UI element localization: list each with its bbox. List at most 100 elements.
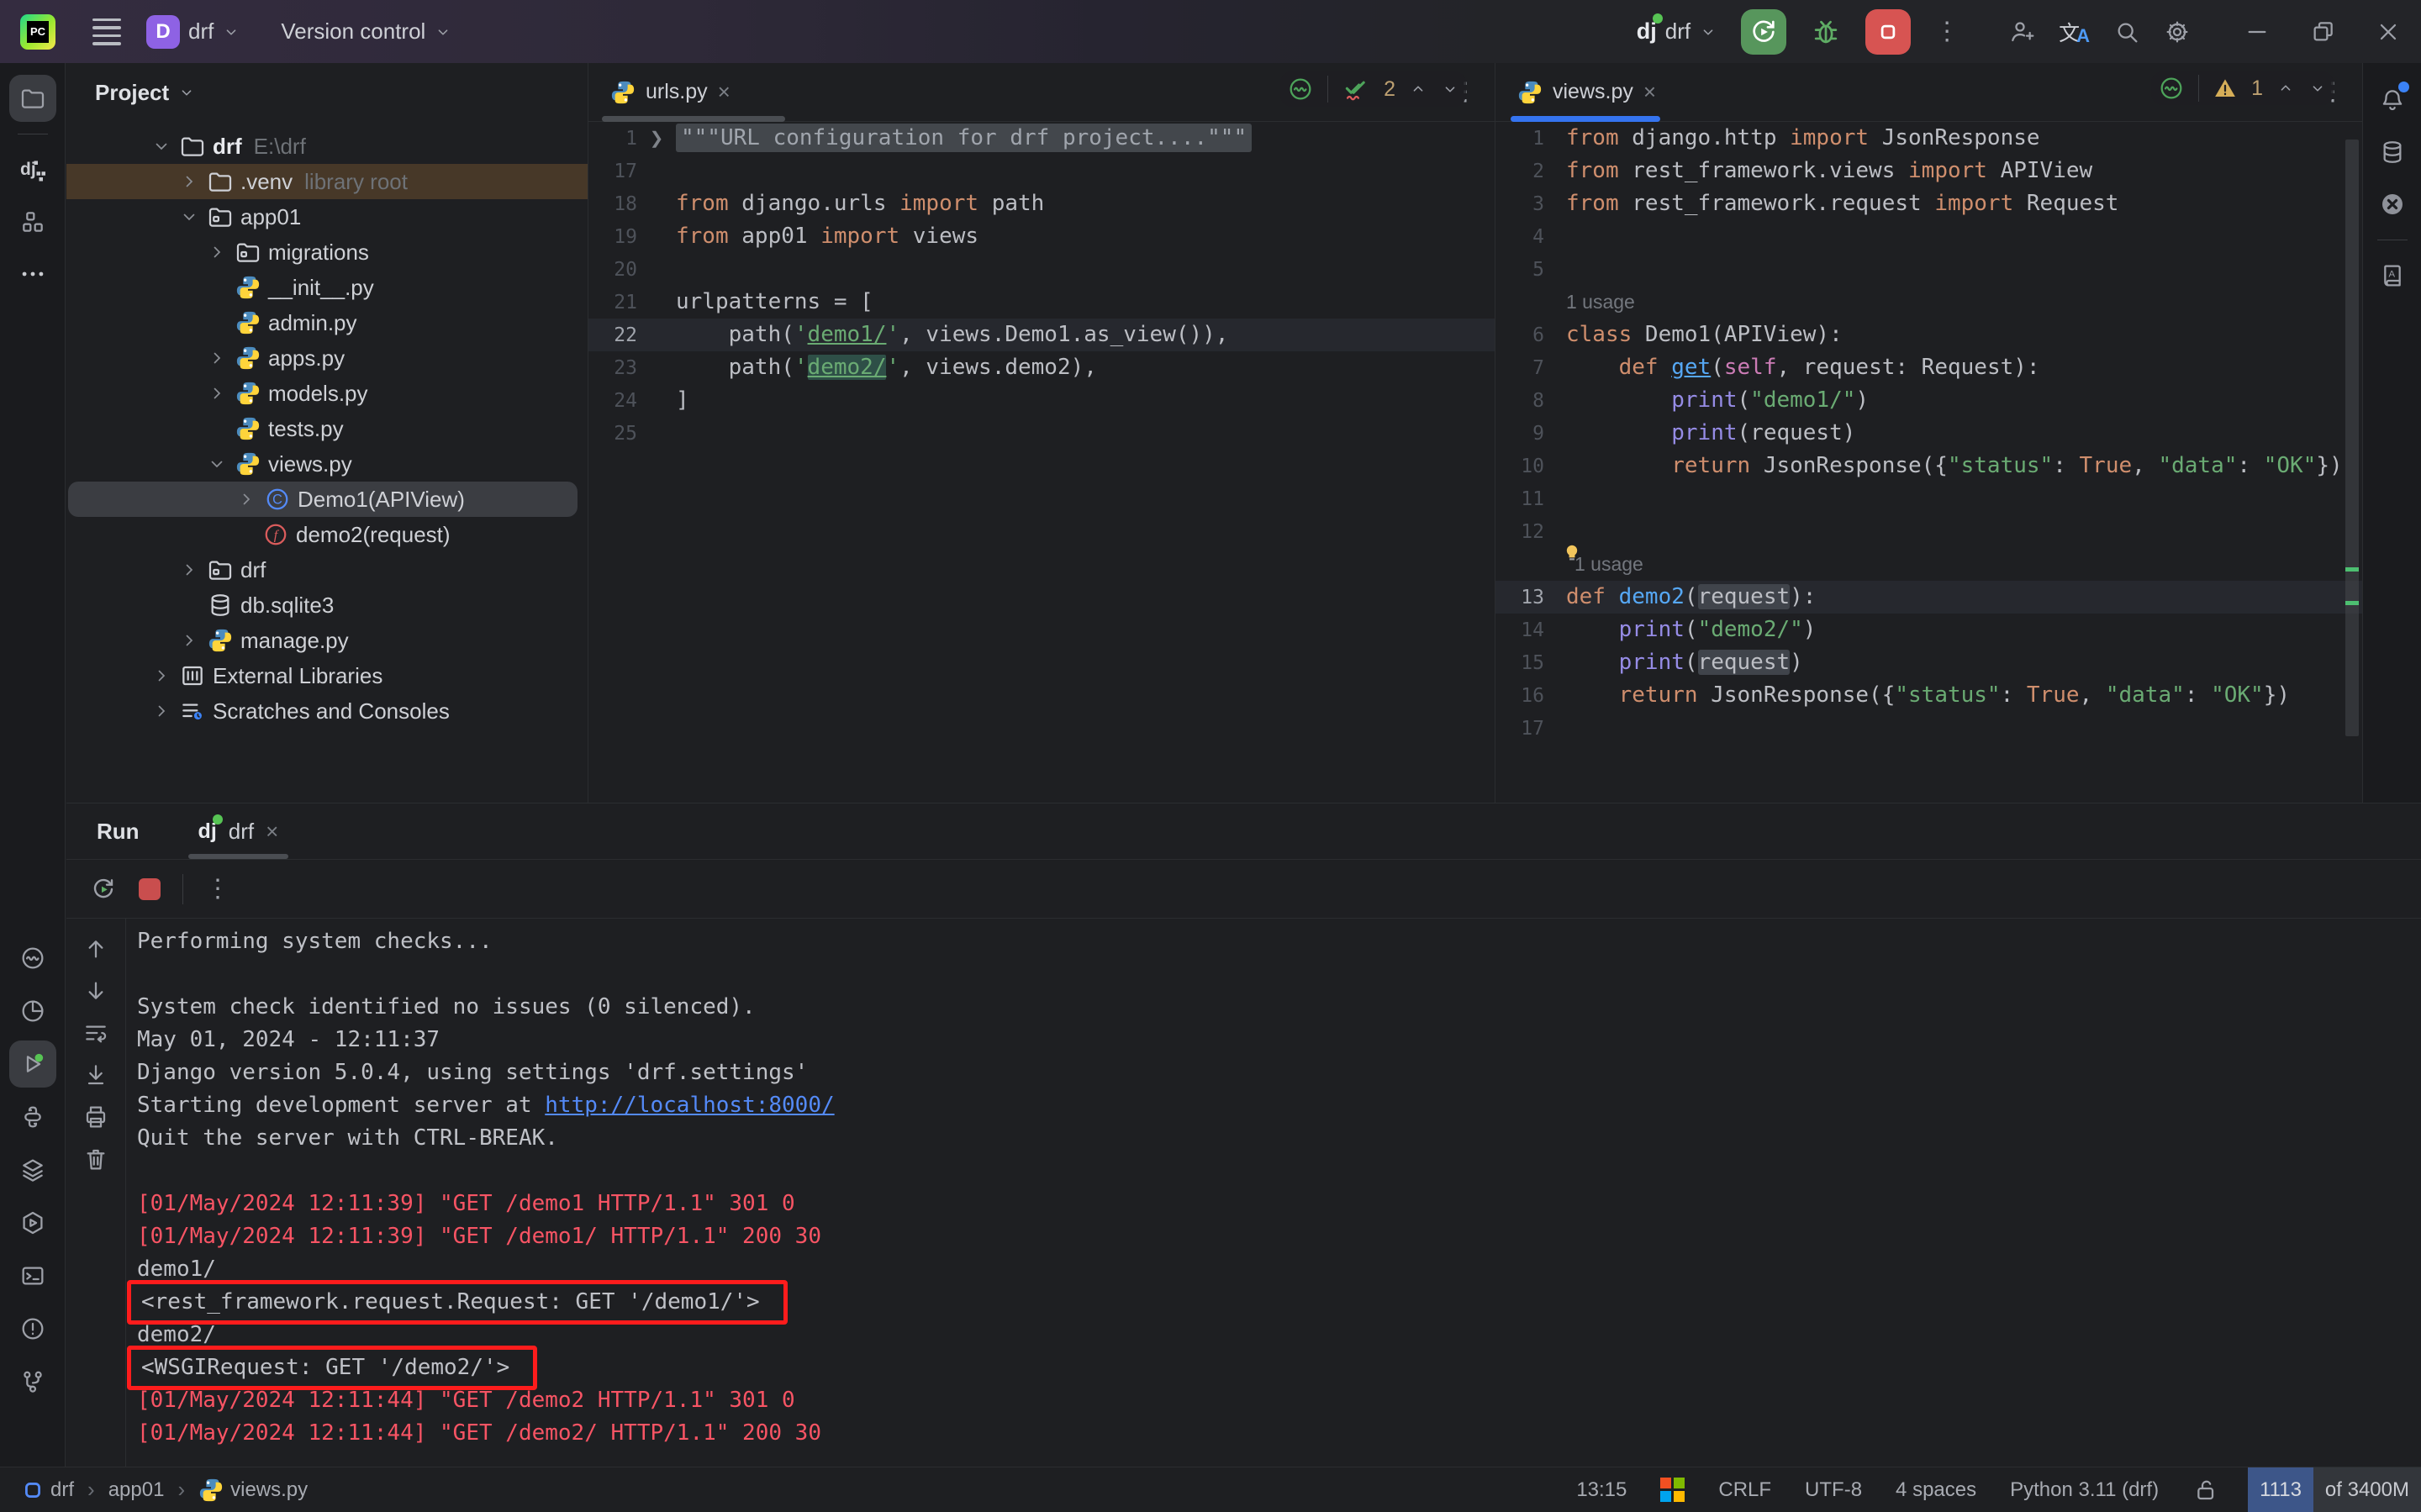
tree-item-views-py[interactable]: views.py [66,446,588,482]
scroll-to-end-icon[interactable] [82,1062,109,1088]
clear-console-icon[interactable] [82,1146,109,1172]
rerun-icon[interactable] [90,876,117,903]
minimize-button[interactable] [2236,18,2278,45]
tree-item-apps-py[interactable]: apps.py [66,340,588,376]
file-encoding[interactable]: UTF-8 [1805,1478,1862,1502]
chevron-right-icon[interactable] [178,560,200,580]
chevron-down-icon[interactable] [178,207,200,227]
server-url-link[interactable]: http://localhost:8000/ [545,1089,834,1122]
more-actions-icon[interactable]: ⋮ [205,876,230,901]
next-problem-icon[interactable] [2308,79,2327,97]
close-tab-icon[interactable]: × [718,79,731,105]
chevron-down-icon[interactable] [206,454,228,474]
tree-item-admin-py[interactable]: admin.py [66,305,588,340]
tree-item-manage-py[interactable]: manage.py [66,623,588,658]
tree-item-demo2-request-[interactable]: f demo2(request) [66,517,588,552]
urls-editor-content[interactable]: 1 ❯ """URL configuration for drf project..… [588,122,1495,803]
chevron-right-icon[interactable] [150,666,172,686]
more-actions-icon[interactable]: ⋮ [1934,18,1959,44]
tree-item-migrations[interactable]: migrations [66,234,588,270]
project-selector[interactable]: D drf [146,14,240,49]
services-icon[interactable] [9,1199,56,1246]
structure-tool-icon[interactable] [9,198,56,245]
tree-item--venv[interactable]: .venv library root [66,164,588,199]
database-tool-icon[interactable] [2369,129,2416,176]
cursor-position[interactable]: 13:15 [1576,1478,1627,1502]
tree-item-drf[interactable]: drf E:\drf [66,129,588,164]
soft-wrap-icon[interactable] [82,1019,109,1046]
chevron-right-icon[interactable] [235,489,257,509]
close-tab-icon[interactable]: × [266,819,278,845]
chevron-right-icon[interactable] [178,171,200,192]
fold-chevron-icon[interactable]: ❯ [637,128,676,149]
readonly-toggle-icon[interactable] [2192,1477,2219,1504]
plugin-x-icon[interactable] [2369,181,2416,228]
editor-scrollbar[interactable] [2345,126,2359,798]
chevron-down-icon[interactable] [150,136,172,156]
urls-inspection-widget[interactable]: 2 [1280,71,1466,107]
next-problem-icon[interactable] [1441,80,1459,98]
breadcrumb-drf[interactable]: drf [22,1478,74,1502]
terminal-icon[interactable] [9,1252,56,1299]
views-inspection-widget[interactable]: 1 [2151,71,2334,105]
tree-item-models-py[interactable]: models.py [66,376,588,411]
tree-item-db-sqlite3[interactable]: db.sqlite3 [66,587,588,623]
chevron-right-icon[interactable] [178,630,200,651]
documentation-icon[interactable]: A [2369,252,2416,299]
git-branch-icon[interactable] [9,1358,56,1405]
search-everywhere-icon[interactable] [2113,18,2140,45]
python-packages-icon[interactable] [9,1093,56,1141]
tab-views-py[interactable]: views.py × [1517,79,1656,105]
close-button[interactable] [2367,18,2409,45]
usages-inlay-hint[interactable]: 1 usage [1566,291,1635,313]
tree-item-scratches-and-consoles[interactable]: Scratches and Consoles [66,693,588,729]
prev-occurrence-icon[interactable] [82,935,109,962]
usages-inlay-hint[interactable]: 1 usage [1574,553,1643,575]
memory-indicator[interactable]: 1113 of 3400M [2248,1467,2421,1512]
rerun-button[interactable] [1741,8,1787,55]
tab-urls-py[interactable]: urls.py × [610,79,731,105]
scrollbar-thumb[interactable] [2345,140,2359,736]
windows-defender-icon[interactable] [1660,1478,1685,1502]
breadcrumb-app01[interactable]: app01 [108,1478,165,1502]
python-interpreter[interactable]: Python 3.11 (drf) [2010,1478,2159,1502]
tree-item-drf[interactable]: drf [66,552,588,587]
intention-bulb-icon[interactable] [1561,545,1583,570]
tree-item-demo1-apiview-[interactable]: C Demo1(APIView) [68,482,578,517]
debug-button[interactable] [1810,16,1842,48]
tree-item--init-py[interactable]: __init__.py [66,270,588,305]
indent-style[interactable]: 4 spaces [1896,1478,1976,1502]
more-tools-icon[interactable] [9,250,56,298]
project-panel-header[interactable]: Project [66,63,588,122]
run-tab-drf[interactable]: dj drf × [187,803,289,859]
prev-problem-icon[interactable] [1409,80,1427,98]
project-tool-icon[interactable] [8,75,56,122]
stop-button[interactable] [1865,8,1912,55]
main-menu-icon[interactable] [92,18,121,45]
prev-problem-icon[interactable] [2276,79,2295,97]
problems-icon[interactable] [9,1305,56,1352]
close-tab-icon[interactable]: × [1643,79,1656,105]
django-structure-icon[interactable]: dj [9,146,56,193]
chevron-right-icon[interactable] [206,383,228,403]
tree-item-external-libraries[interactable]: External Libraries [66,658,588,693]
restore-button[interactable] [2302,18,2344,45]
tree-item-tests-py[interactable]: tests.py [66,411,588,446]
views-editor-content[interactable]: 1 from django.http import JsonResponse 2 fr… [1495,122,2362,803]
settings-icon[interactable] [2164,18,2191,45]
chevron-right-icon[interactable] [206,242,228,262]
breadcrumb-views-py[interactable]: views.py [198,1478,308,1503]
vcs-menu[interactable]: Version control [281,18,452,45]
tree-item-app01[interactable]: app01 [66,199,588,234]
next-occurrence-icon[interactable] [82,977,109,1004]
profiler-icon[interactable] [9,988,56,1035]
print-icon[interactable] [82,1104,109,1130]
stop-icon[interactable] [139,877,161,900]
code-with-me-icon[interactable] [2008,18,2035,45]
chevron-right-icon[interactable] [206,348,228,368]
console-output[interactable]: Performing system checks... System check … [127,919,2421,1467]
translate-icon[interactable]: 文A [2059,17,2090,47]
run-tool-icon[interactable] [9,1040,56,1088]
line-separator[interactable]: CRLF [1718,1478,1771,1502]
chevron-right-icon[interactable] [150,701,172,721]
